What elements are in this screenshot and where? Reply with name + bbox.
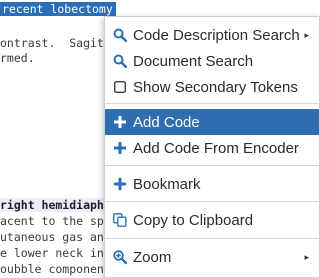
- document-line: e lower neck in: [0, 246, 104, 260]
- menu-item-label: Add Code From Encoder: [133, 139, 299, 157]
- search-icon: [113, 54, 127, 68]
- menu-item-label: Show Secondary Tokens: [133, 78, 298, 96]
- menu-item-add-code[interactable]: Add Code: [105, 109, 319, 135]
- submenu-arrow-icon: ▸: [304, 29, 309, 40]
- menu-separator: [105, 238, 319, 239]
- document-line: utaneous gas and: [0, 230, 111, 244]
- copy-icon: [113, 213, 127, 227]
- plus-icon: [113, 177, 127, 191]
- submenu-arrow-icon: ▸: [304, 251, 309, 262]
- document-line-bold: right hemidiaphr: [0, 198, 111, 212]
- document-line: rmed.: [0, 51, 35, 65]
- menu-item-copy-to-clipboard[interactable]: Copy to Clipboard: [105, 207, 319, 233]
- menu-separator: [105, 201, 319, 202]
- menu-item-document-search[interactable]: Document Search: [105, 48, 319, 74]
- plus-icon: [113, 141, 127, 155]
- zoom-in-icon: [113, 250, 127, 264]
- selected-text[interactable]: recent lobectomy: [0, 2, 116, 16]
- context-menu: Code Description Search ▸ Document Searc…: [104, 16, 320, 278]
- document-line: oubble component: [0, 262, 111, 276]
- menu-item-label: Zoom: [133, 248, 172, 266]
- menu-item-zoom[interactable]: Zoom ▸: [105, 244, 319, 270]
- menu-item-add-code-from-encoder[interactable]: Add Code From Encoder: [105, 135, 319, 161]
- menu-item-label: Document Search: [133, 52, 254, 70]
- menu-item-label: Copy to Clipboard: [133, 211, 254, 229]
- plus-icon: [113, 115, 127, 129]
- menu-item-code-description-search[interactable]: Code Description Search ▸: [105, 22, 319, 48]
- menu-item-bookmark[interactable]: Bookmark: [105, 171, 319, 197]
- menu-separator: [105, 165, 319, 166]
- checkbox-icon: [113, 80, 127, 94]
- document-line: acent to the spl: [0, 214, 111, 228]
- menu-item-label: Code Description Search: [133, 26, 300, 44]
- menu-item-label: Add Code: [133, 113, 200, 131]
- menu-separator: [105, 103, 319, 104]
- menu-item-label: Bookmark: [133, 175, 201, 193]
- document-line: ontrast. Sagitt: [0, 36, 111, 50]
- search-icon: [113, 28, 127, 42]
- menu-item-show-secondary-tokens[interactable]: Show Secondary Tokens: [105, 74, 319, 100]
